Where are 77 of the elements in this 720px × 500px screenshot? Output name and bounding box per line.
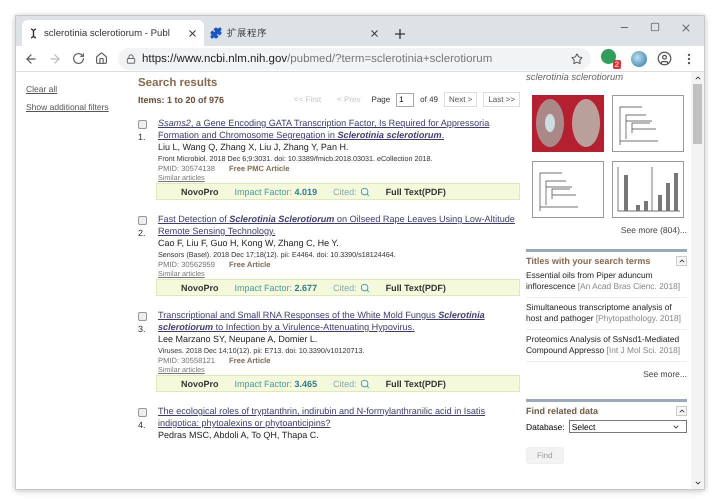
result-number: 4. <box>138 420 146 430</box>
globe-icon[interactable] <box>631 50 647 66</box>
authors-text: Liu L, Wang Q, Zhang X, Liu J, Zhang Y, Pan H. <box>158 142 350 153</box>
database-label: Database: <box>526 422 565 432</box>
novopro-label: NovoPro <box>181 378 219 388</box>
tree-diagram-thumbnail <box>612 95 684 152</box>
chevron-up-icon <box>678 407 686 415</box>
see-more-link[interactable]: See more (804)... <box>620 225 687 235</box>
bar-chart-thumbnail <box>612 161 684 218</box>
lock-icon <box>126 54 136 64</box>
filter-link[interactable]: Clear all <box>26 84 124 94</box>
checkbox[interactable] <box>138 120 147 129</box>
full-text-link[interactable]: Full Text(PDF) <box>386 186 446 196</box>
checkbox[interactable] <box>138 408 147 417</box>
article-title-link[interactable]: Fast Detection of Sclerotinia Sclerotiorum on Oilseed Rape Leaves Using Low-Altitude Remote Sensing Technology. <box>158 213 520 237</box>
close-icon[interactable] <box>369 28 380 38</box>
browser-tab[interactable]: 扩展程序 <box>204 20 386 46</box>
scrollbar[interactable] <box>691 72 704 489</box>
pager-link[interactable]: Next > <box>444 92 478 107</box>
address-bar[interactable]: https://www.ncbi.nlm.nih.gov/pubmed/?term=sclerotinia+sclerotiorum <box>118 48 591 70</box>
related-title-link[interactable]: Simultaneous transcriptome analysis of host and pathoger [Phytopathology. 2018] <box>526 298 687 330</box>
search-icon[interactable] <box>360 186 370 196</box>
chevron-up-icon <box>678 257 686 265</box>
search-icon[interactable] <box>360 282 370 292</box>
panel-heading: Titles with your search terms <box>526 256 650 266</box>
full-text-link[interactable]: Full Text(PDF) <box>386 378 446 388</box>
impact-factor-text: Impact Factor: 4.019 <box>234 186 318 196</box>
back-icon[interactable] <box>24 52 38 66</box>
novopro-label: NovoPro <box>181 282 219 292</box>
article-title-link[interactable]: Transcriptional and Small RNA Responses of the White Mold Fungus Sclerotinia sclerotiorum to Infection by a Virulence-Attenuating Hypovirus. <box>158 309 520 333</box>
panel-heading: Find related data <box>526 406 598 416</box>
filter-link[interactable]: Show additional filters <box>26 102 124 112</box>
full-text-link[interactable]: Full Text(PDF) <box>386 282 446 292</box>
tab-title: sclerotinia sclerotiorum - Publ <box>44 28 171 38</box>
puzzle-icon <box>210 27 222 39</box>
article-title-link[interactable]: The ecological roles of tryptanthrin, indirubin and N-formylanthranilic acid in Isatis indigotica: phytoalexins or phytoanticipins? <box>158 405 520 429</box>
article-title-link[interactable]: Ssams2, a Gene Encoding GATA Transcription Factor, Is Required for Appressoria Formation and Chromosome Segregation in Sclerotinia sclerotiorum. <box>158 117 520 141</box>
results-heading: Search results <box>138 77 218 89</box>
reload-icon[interactable] <box>72 52 85 65</box>
checkbox[interactable] <box>138 216 147 225</box>
result-number: 2. <box>138 228 146 238</box>
authors-text: Cao F, Liu F, Guo H, Kong W, Zhang C, He Y. <box>158 238 340 249</box>
authors-text: Pedras MSC, Abdoli A, To QH, Thapa C. <box>158 430 320 441</box>
results-count: Items: 1 to 20 of 976 <box>138 94 224 104</box>
search-icon[interactable] <box>360 378 370 388</box>
result-number: 1. <box>138 132 146 142</box>
collapse-button[interactable] <box>676 256 687 266</box>
badge-count: 2 <box>612 60 621 68</box>
checkbox[interactable] <box>138 312 147 321</box>
scrollbar-thumb[interactable] <box>693 84 702 144</box>
star-icon[interactable] <box>571 52 583 64</box>
images-caption: sclerotinia sclerotiorum <box>526 72 624 83</box>
photo-placeholder <box>532 95 604 152</box>
tab-title: 扩展程序 <box>227 26 268 40</box>
impact-factor-text: Impact Factor: 3.465 <box>234 378 318 388</box>
novopro-label: NovoPro <box>181 186 219 196</box>
see-more-link[interactable]: See more... <box>643 369 687 379</box>
related-title-link[interactable]: Proteomics Analysis of SsNsd1-Mediated Compound Appresso [Int J Mol Sci. 2018] <box>526 330 687 362</box>
impact-factor-text: Impact Factor: 2.677 <box>234 282 318 292</box>
page-input[interactable]: 1 <box>396 92 414 106</box>
profile-icon[interactable] <box>657 51 672 66</box>
scroll-up-icon[interactable] <box>694 74 702 82</box>
url-text: https://www.ncbi.nlm.nih.gov/pubmed/?term=sclerotinia+sclerotiorum <box>142 52 492 64</box>
related-title-link[interactable]: Essential oils from Piper aduncum inflorescence [An Acad Bras Cienc. 2018] <box>526 266 687 298</box>
database-select[interactable]: Select <box>568 420 687 433</box>
maximize-icon[interactable] <box>650 22 660 32</box>
authors-text: Lee Marzano SY, Neupane A, Domier L. <box>158 334 318 345</box>
browser-tab[interactable]: sclerotinia sclerotiorum - Publ <box>22 20 204 46</box>
tree-diagram-thumbnail <box>532 161 604 218</box>
scroll-down-icon[interactable] <box>694 479 702 487</box>
close-icon[interactable] <box>187 28 198 38</box>
collapse-button[interactable] <box>676 406 687 416</box>
home-icon[interactable] <box>95 52 108 65</box>
pager-link[interactable]: Last >> <box>483 92 520 107</box>
page-total: of 49 <box>420 95 438 104</box>
page-label: Page <box>371 95 390 104</box>
result-number: 3. <box>138 324 146 334</box>
